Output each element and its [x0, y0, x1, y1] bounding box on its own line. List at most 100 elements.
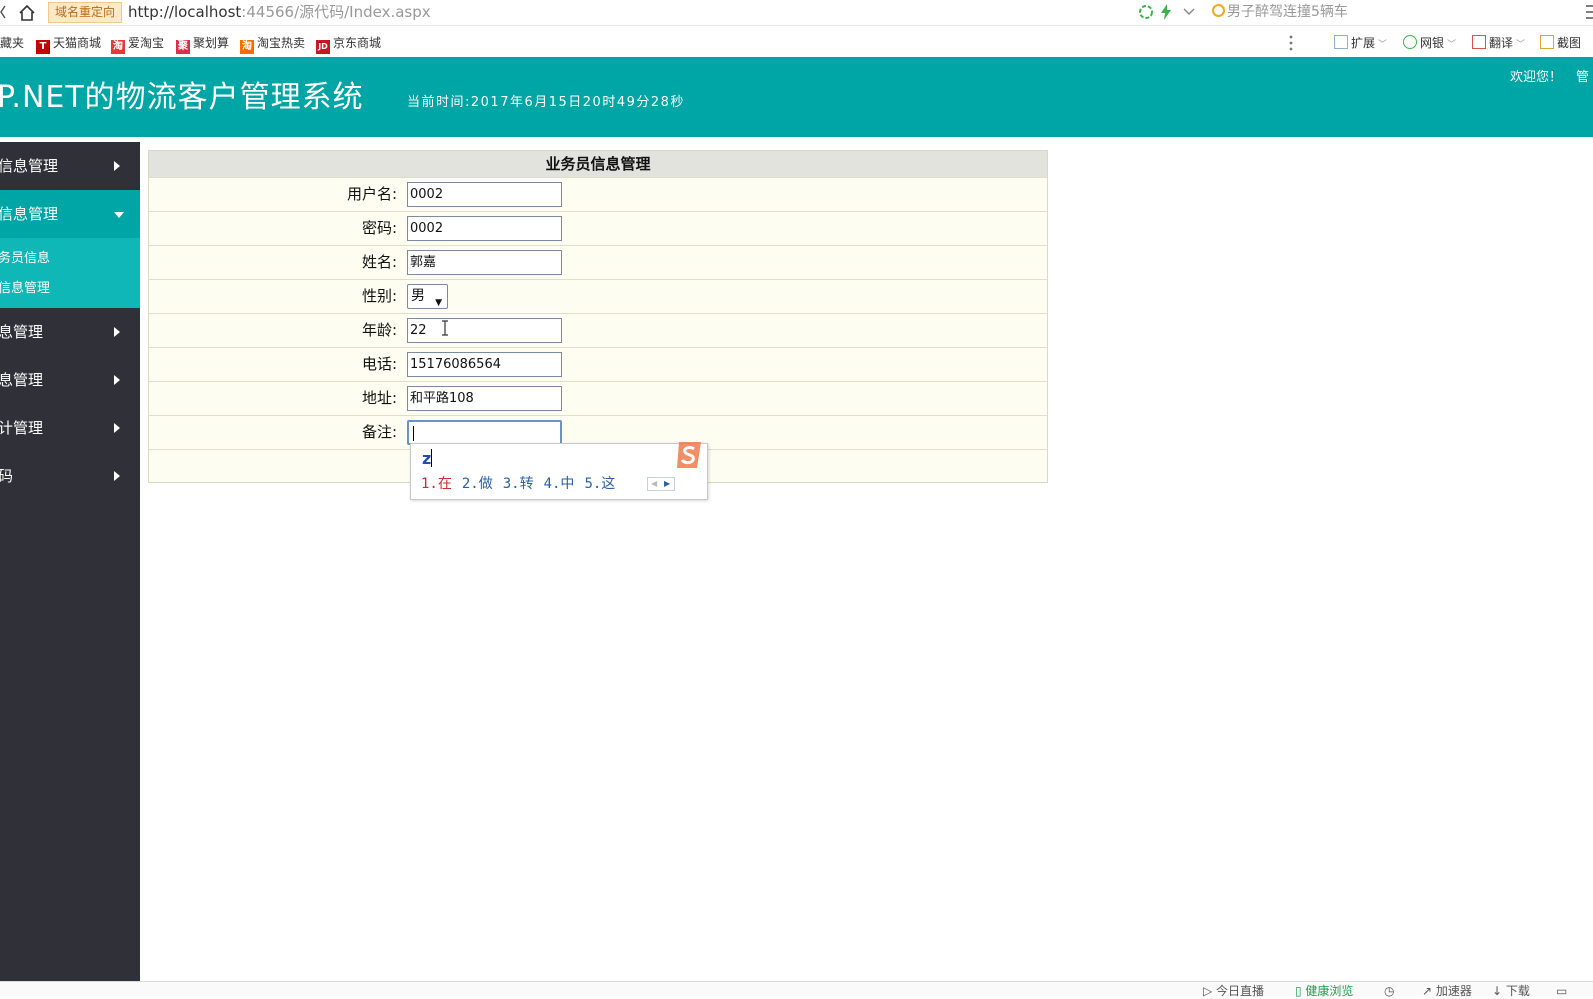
- search-suggestion[interactable]: 男子醉驾连撞5辆车: [1212, 3, 1348, 22]
- field-label: 密码:: [361, 219, 397, 237]
- gender-select[interactable]: 男 ▼: [407, 284, 448, 309]
- scissors-icon: [1540, 35, 1554, 49]
- juhuasuan-icon: 聚: [176, 40, 190, 54]
- refresh-icon[interactable]: [1138, 4, 1154, 24]
- chevron-right-icon: [114, 471, 120, 481]
- page-next-icon[interactable]: ▶: [664, 478, 670, 490]
- toolbar-screenshot[interactable]: 截图: [1540, 34, 1581, 52]
- redirect-badge: 域名重定向: [48, 2, 123, 23]
- field-label: 地址:: [361, 389, 397, 407]
- ime-pinyin: z: [422, 449, 432, 468]
- address-input[interactable]: 和平路108: [407, 386, 562, 411]
- bookmark-label: 藏夹: [0, 36, 25, 50]
- user-name[interactable]: 管: [1576, 70, 1589, 85]
- sidebar-item-label: 息管理: [0, 323, 44, 341]
- dropdown-arrow-icon: ▼: [435, 298, 442, 308]
- chevron-down-icon[interactable]: [1182, 4, 1196, 24]
- extensions-icon: [1334, 35, 1348, 49]
- bookmark-folder[interactable]: 藏夹: [0, 34, 24, 52]
- ime-candidate[interactable]: 1.在: [421, 476, 452, 492]
- browser-address-bar: 域名重定向 http://localhost:44566/源代码/Index.a…: [0, 0, 1593, 26]
- back-arrow-icon[interactable]: [0, 4, 6, 20]
- chevron-right-icon: [114, 327, 120, 337]
- form-row-address: 地址: 和平路108: [149, 381, 1047, 414]
- status-live[interactable]: ▷ 今日直播: [1203, 983, 1264, 999]
- current-time: 当前时间:2017年6月15日20时49分28秒: [407, 95, 685, 110]
- toolbar-extensions[interactable]: 扩展 ﹀: [1334, 34, 1387, 54]
- form-row-username: 用户名: 0002: [149, 177, 1047, 210]
- bookmark-taobao-hot[interactable]: 淘淘宝热卖: [240, 34, 305, 54]
- bookmark-aitaobao[interactable]: 淘爱淘宝: [111, 34, 164, 54]
- sidebar-item-2[interactable]: 信息管理: [0, 190, 140, 238]
- form-row-age: 年龄: 22: [149, 313, 1047, 346]
- ime-candidate[interactable]: 2.做: [462, 476, 493, 492]
- bookmark-tmall[interactable]: T 天猫商城: [36, 34, 101, 54]
- chevron-down-icon: [114, 212, 124, 218]
- status-accelerator[interactable]: ↗ 加速器: [1422, 983, 1472, 999]
- password-input[interactable]: 0002: [407, 216, 562, 241]
- home-icon[interactable]: [17, 3, 37, 23]
- status-clock[interactable]: ◷: [1384, 983, 1394, 999]
- welcome-text: 欢迎您！ 管: [1510, 69, 1589, 87]
- chevron-down-icon: ﹀: [1447, 40, 1457, 50]
- toolbar-label: 网银: [1420, 36, 1445, 50]
- toolbar-label: 翻译: [1489, 36, 1514, 50]
- remark-input[interactable]: [407, 420, 562, 445]
- bookmark-jd[interactable]: JD 京东商城: [316, 34, 381, 54]
- sogou-logo-icon: [673, 438, 707, 472]
- age-input[interactable]: 22: [407, 318, 562, 343]
- welcome-label: 欢迎您！: [1510, 70, 1563, 85]
- url-field[interactable]: http://localhost:44566/源代码/Index.aspx: [128, 3, 431, 22]
- bookmark-juhuasuan[interactable]: 聚聚划算: [176, 34, 229, 54]
- toolbar-label: 扩展: [1351, 36, 1376, 50]
- sidebar-item-4[interactable]: 息管理: [0, 356, 140, 404]
- chevron-right-icon: [114, 161, 120, 171]
- chevron-down-icon: ﹀: [1378, 40, 1388, 50]
- chevron-right-icon: [114, 375, 120, 385]
- sidebar: 信息管理 信息管理 务员信息 信息管理 息管理 息管理 计管理 码: [0, 142, 140, 981]
- ime-candidate[interactable]: 5.这: [584, 476, 615, 492]
- sidebar-subitem-1[interactable]: 务员信息: [0, 250, 50, 268]
- sidebar-item-label: 息管理: [0, 371, 44, 389]
- ibeam-cursor-icon: [440, 320, 450, 336]
- sidebar-item-6[interactable]: 码: [0, 452, 140, 500]
- field-label: 性别:: [361, 287, 397, 305]
- menu-edge-icon[interactable]: [1585, 4, 1593, 20]
- sidebar-item-label: 计管理: [0, 419, 44, 437]
- form-caption: 业务员信息管理: [149, 151, 1047, 177]
- toolbar-ebank[interactable]: 网银 ﹀: [1403, 34, 1456, 54]
- ime-candidate[interactable]: 4.中: [544, 476, 575, 492]
- app-title: P.NET的物流客户管理系统: [0, 80, 364, 115]
- jd-icon: JD: [316, 40, 330, 54]
- status-health[interactable]: ▯ 健康浏览: [1295, 983, 1353, 999]
- name-input[interactable]: 郭嘉: [407, 250, 562, 275]
- more-icon[interactable]: [1288, 34, 1294, 52]
- lightning-icon[interactable]: [1160, 4, 1172, 24]
- text-caret: [413, 426, 414, 441]
- sidebar-item-5[interactable]: 计管理: [0, 404, 140, 452]
- chevron-right-icon: [114, 423, 120, 433]
- status-bar: ▷ 今日直播 ▯ 健康浏览 ◷ ↗ 加速器 ↓ 下载 ▭: [0, 981, 1593, 999]
- sidebar-item-label: 码: [0, 467, 14, 485]
- bookmark-label: 天猫商城: [53, 36, 102, 50]
- aitaobao-icon: 淘: [111, 40, 125, 54]
- sidebar-item-1[interactable]: 信息管理: [0, 142, 140, 190]
- toolbar-translate[interactable]: 翻译 ﹀: [1472, 34, 1525, 54]
- sidebar-item-3[interactable]: 息管理: [0, 308, 140, 356]
- field-label: 备注:: [361, 423, 397, 441]
- search-engine-icon: [1212, 4, 1225, 17]
- url-host: http://localhost: [128, 3, 242, 21]
- gender-select-value: 男: [411, 288, 425, 304]
- sidebar-subitem-2[interactable]: 信息管理: [0, 280, 50, 298]
- username-input[interactable]: 0002: [407, 182, 562, 207]
- ime-pager: ◀ ▶: [647, 477, 675, 491]
- ime-candidate[interactable]: 3.转: [503, 476, 534, 492]
- page-prev-icon[interactable]: ◀: [651, 478, 657, 490]
- status-window[interactable]: ▭: [1556, 983, 1567, 999]
- field-label: 用户名:: [346, 185, 397, 203]
- field-label: 电话:: [361, 355, 397, 373]
- status-download[interactable]: ↓ 下载: [1492, 983, 1530, 999]
- phone-input[interactable]: 15176086564: [407, 352, 562, 377]
- ime-candidate-window: z 1.在 2.做 3.转 4.中 5.这 ◀ ▶: [410, 442, 708, 500]
- bookmark-label: 聚划算: [193, 36, 230, 50]
